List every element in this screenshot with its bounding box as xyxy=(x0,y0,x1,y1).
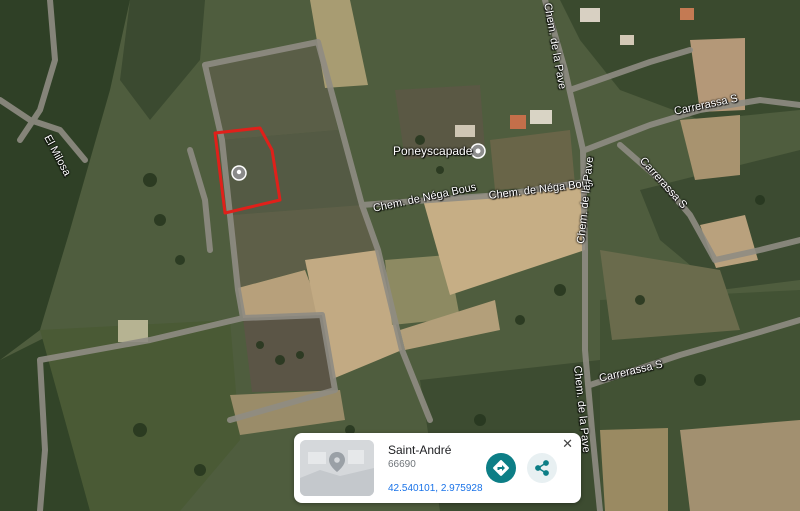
poi-label-poneyscapade[interactable]: Poneyscapade xyxy=(393,144,472,158)
postal-code: 66690 xyxy=(388,459,416,470)
directions-icon xyxy=(493,460,509,476)
share-icon xyxy=(535,460,549,476)
location-pin-icon xyxy=(231,165,247,181)
close-icon[interactable]: ✕ xyxy=(562,437,573,452)
place-title: Saint-André xyxy=(388,443,452,457)
share-button[interactable] xyxy=(527,453,557,483)
place-info-card[interactable]: Saint-André 66690 42.540101, 2.975928 ✕ xyxy=(294,433,581,503)
coordinates-link[interactable]: 42.540101, 2.975928 xyxy=(388,483,483,494)
place-marker-icon xyxy=(470,143,486,159)
directions-button[interactable] xyxy=(486,453,516,483)
street-view-thumbnail[interactable] xyxy=(300,440,374,496)
